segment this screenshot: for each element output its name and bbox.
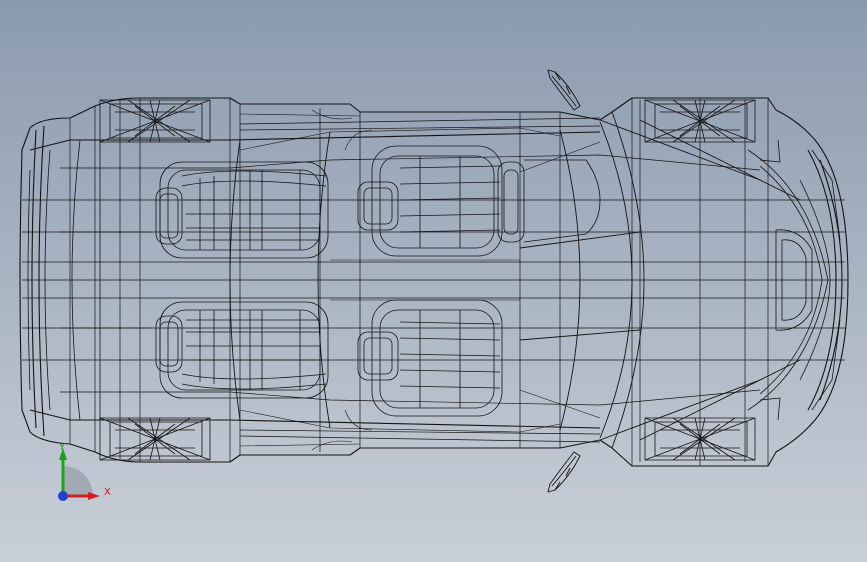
y-axis-label: Y [59,442,66,453]
rear-seat-right [155,301,329,399]
car-wireframe-model[interactable] [0,0,867,562]
wheel-rear-left [99,99,211,143]
rear-seat-left [155,161,329,259]
transverse-lines [69,98,769,466]
front-seat-right [357,299,503,417]
graphics-viewport[interactable]: X Y [0,0,867,562]
front-seat-left [357,145,601,257]
x-axis-label: X [104,487,111,498]
mirror-right [547,451,581,493]
mirror-left [547,69,581,111]
body-outline [19,97,849,467]
